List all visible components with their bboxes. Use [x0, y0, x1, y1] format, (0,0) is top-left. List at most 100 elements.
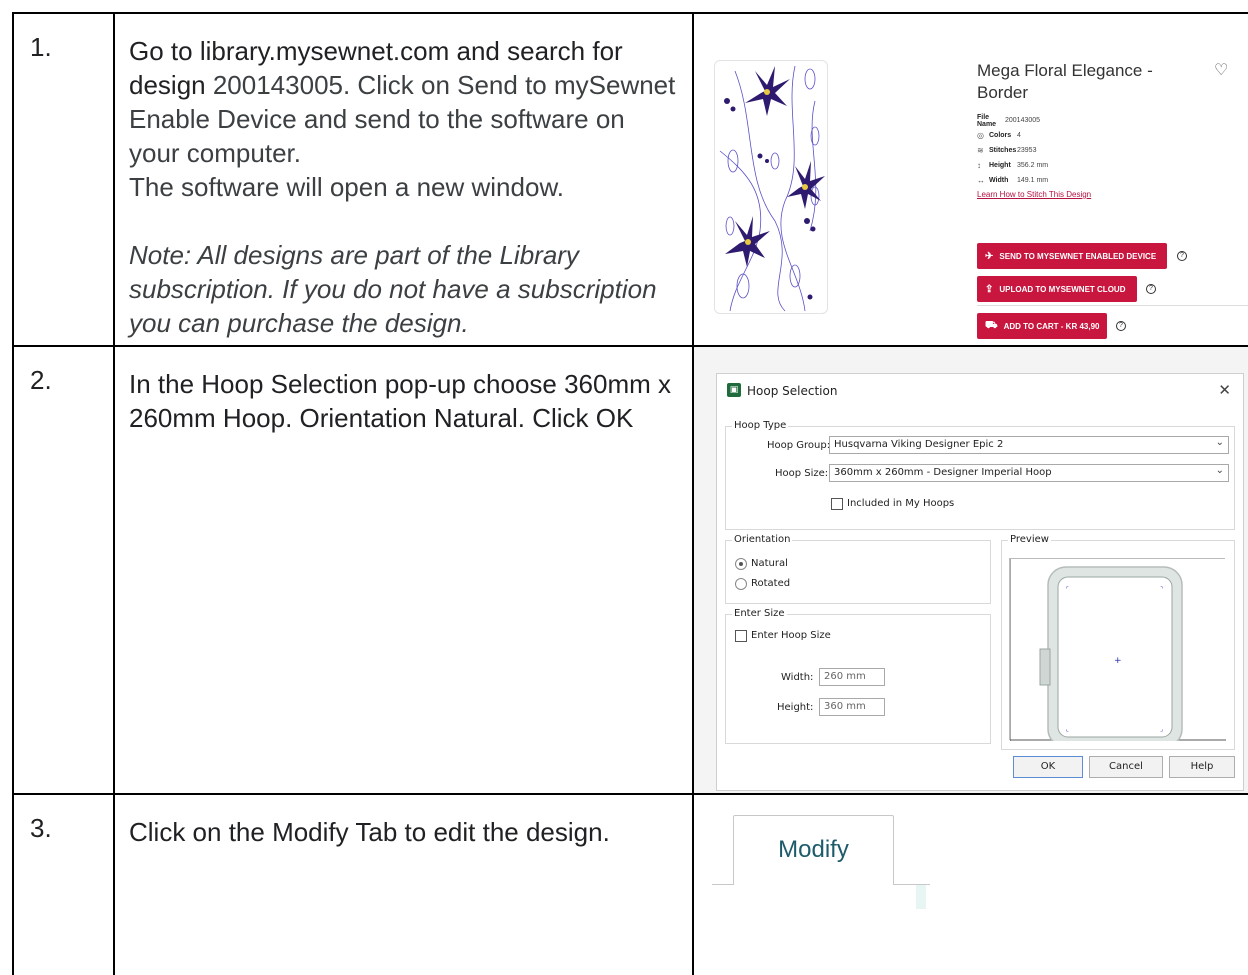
spec-value: 149.1 mm — [1017, 177, 1049, 184]
height-label: Height: — [777, 702, 814, 713]
step-screenshot: Modify — [692, 793, 1248, 975]
product-title: Mega Floral Elegance - Border — [977, 61, 1153, 102]
help-icon[interactable]: ? — [1116, 321, 1126, 331]
step-row-2: 2. In the Hoop Selection pop-up choose 3… — [12, 345, 1248, 795]
dialog-title: Hoop Selection — [747, 384, 838, 398]
spec-value: 23953 — [1017, 147, 1037, 154]
spec-row: File Name 200143005 — [977, 113, 1091, 128]
add-to-cart-button[interactable]: ⛟ ADD TO CART - KR 43,90 — [977, 313, 1107, 339]
help-button[interactable]: Help — [1169, 756, 1235, 778]
hoop-selection-dialog: ▣ Hoop Selection ✕ Hoop Type Hoop Group:… — [716, 373, 1244, 791]
send-to-device-button[interactable]: ✈ SEND TO MYSEWNET ENABLED DEVICE — [977, 243, 1167, 269]
help-icon[interactable]: ? — [1146, 284, 1156, 294]
orientation-group: Orientation — [725, 534, 991, 604]
step-row-1: 1. Go to library.mysewnet.com and search… — [12, 12, 1248, 347]
height-input[interactable]: 360 mm — [819, 698, 885, 716]
subscription-note: Note: All designs are part of the Librar… — [129, 240, 657, 338]
hoop-size-select[interactable]: 360mm x 260mm - Designer Imperial Hoop ⌄ — [829, 464, 1229, 482]
width-icon: ↔ — [977, 176, 985, 185]
rotated-label: Rotated — [751, 578, 791, 589]
button-label: UPLOAD TO MYSEWNET CLOUD — [999, 284, 1126, 294]
tab-modify[interactable]: Modify — [733, 815, 894, 885]
spec-label: Width — [989, 177, 1009, 184]
enter-hoop-size-label: Enter Hoop Size — [751, 630, 831, 641]
button-label: SEND TO MYSEWNET ENABLED DEVICE — [999, 251, 1157, 261]
chevron-down-icon: ⌄ — [1215, 437, 1224, 448]
design-code: 200143005 — [212, 70, 343, 100]
step-instruction: Click on the Modify Tab to edit the desi… — [113, 793, 694, 975]
learn-stitch-link[interactable]: Learn How to Stitch This Design — [977, 190, 1091, 199]
svg-text:+: + — [1114, 656, 1122, 666]
svg-text:⌟: ⌟ — [1160, 726, 1163, 733]
cancel-button[interactable]: Cancel — [1089, 756, 1163, 778]
send-icon: ✈ — [985, 250, 994, 262]
step-instruction: In the Hoop Selection pop-up choose 360m… — [113, 345, 694, 795]
spec-label: Stitches — [989, 147, 1017, 154]
group-label: Enter Size — [732, 608, 787, 619]
enter-hoop-size-checkbox[interactable] — [735, 630, 747, 642]
step-number: 2. — [12, 345, 115, 795]
group-label: Preview — [1008, 534, 1051, 545]
ok-button[interactable]: OK — [1013, 756, 1083, 778]
hoop-group-label: Hoop Group: — [767, 440, 831, 451]
hoop-preview-image: + ⌜ ⌝ ⌞ ⌟ — [1009, 559, 1226, 748]
tab-baseline — [712, 884, 734, 885]
width-label: Width: — [781, 672, 814, 683]
close-icon[interactable]: ✕ — [1218, 381, 1231, 399]
step-text-cell: Go to library.mysewnet.com and search fo… — [113, 12, 694, 347]
heart-icon[interactable]: ♡ — [1214, 60, 1228, 80]
app-icon: ▣ — [727, 383, 741, 397]
spec-row: ◎ Colors 4 — [977, 128, 1091, 143]
select-value: Husqvarna Viking Designer Epic 2 — [834, 439, 1004, 450]
divider — [977, 305, 1247, 306]
ribbon-tab-area: Modify — [695, 796, 1247, 975]
button-label: ADD TO CART - KR 43,90 — [1003, 321, 1100, 331]
step-row-3: 3. Click on the Modify Tab to edit the d… — [12, 793, 1248, 975]
chevron-down-icon: ⌄ — [1215, 465, 1224, 476]
spec-value: 200143005 — [1005, 117, 1041, 124]
hoop-size-label: Hoop Size: — [775, 468, 829, 479]
hoop-preview: + ⌜ ⌝ ⌞ ⌟ — [1009, 558, 1226, 748]
spec-value: 356.2 mm — [1017, 162, 1049, 169]
natural-label: Natural — [751, 558, 788, 569]
design-thumbnail[interactable] — [714, 60, 828, 314]
svg-text:⌜: ⌜ — [1066, 586, 1069, 593]
spec-label: File Name — [977, 113, 997, 128]
help-icon[interactable]: ? — [1177, 251, 1187, 261]
ribbon-edge — [916, 885, 926, 909]
svg-text:⌝: ⌝ — [1160, 586, 1163, 593]
group-label: Orientation — [732, 534, 793, 545]
steps-table: 1. Go to library.mysewnet.com and search… — [12, 12, 1248, 975]
product-card: Mega Floral Elegance - Border ♡ File Nam… — [695, 15, 1247, 344]
instruction-part: The software will open a new window. — [129, 172, 565, 202]
spec-value: 4 — [1017, 132, 1021, 139]
group-label: Hoop Type — [732, 420, 789, 431]
step-screenshot: Mega Floral Elegance - Border ♡ File Nam… — [692, 12, 1248, 347]
floral-design-image — [719, 65, 825, 312]
svg-text:⌞: ⌞ — [1066, 726, 1069, 733]
step-screenshot: ▣ Hoop Selection ✕ Hoop Type Hoop Group:… — [692, 345, 1248, 795]
width-input[interactable]: 260 mm — [819, 668, 885, 686]
palette-icon: ◎ — [977, 131, 984, 140]
select-value: 360mm x 260mm - Designer Imperial Hoop — [834, 467, 1052, 478]
natural-radio[interactable] — [735, 558, 747, 570]
cart-icon: ⛟ — [985, 319, 998, 331]
step-number: 3. — [12, 793, 115, 975]
hoop-group-select[interactable]: Husqvarna Viking Designer Epic 2 ⌄ — [829, 436, 1229, 454]
spec-label: Height — [989, 162, 1011, 169]
included-checkbox[interactable] — [831, 498, 843, 510]
step-number: 1. — [12, 12, 115, 347]
stitches-icon: ≋ — [977, 146, 984, 155]
spec-row: ≋ Stitches 23953 — [977, 143, 1091, 158]
cloud-upload-icon: ⇪ — [985, 283, 994, 295]
step-instruction: Go to library.mysewnet.com and search fo… — [129, 34, 678, 204]
upload-cloud-button[interactable]: ⇪ UPLOAD TO MYSEWNET CLOUD — [977, 276, 1137, 302]
rotated-radio[interactable] — [735, 578, 747, 590]
dialog-backdrop: ▣ Hoop Selection ✕ Hoop Type Hoop Group:… — [695, 348, 1247, 792]
included-label: Included in My Hoops — [847, 498, 955, 509]
spec-row: ↕ Height 356.2 mm — [977, 158, 1091, 173]
spec-row: ↔ Width 149.1 mm — [977, 173, 1091, 188]
height-icon: ↕ — [977, 161, 981, 170]
spec-label: Colors — [989, 132, 1012, 139]
product-specs: File Name 200143005 ◎ Colors 4 ≋ Stitches 239… — [977, 113, 1091, 200]
